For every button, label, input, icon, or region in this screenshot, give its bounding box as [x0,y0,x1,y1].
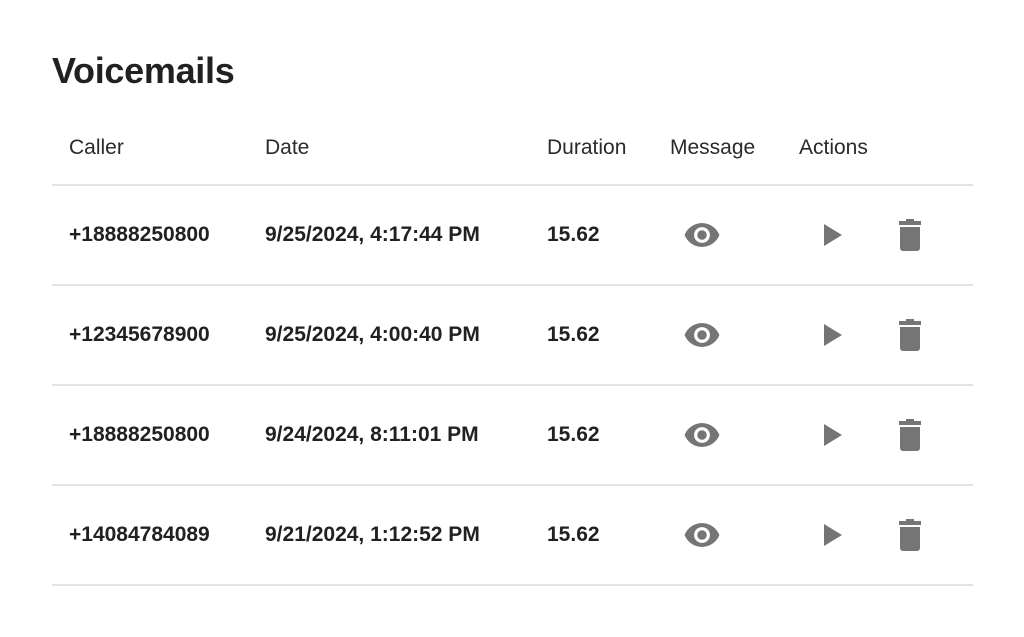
table-row: +12345678900 9/25/2024, 4:00:40 PM 15.62 [52,286,973,386]
caller-cell: +14084784089 [69,523,210,546]
caller-cell: +18888250800 [69,223,210,246]
trash-icon [898,219,922,251]
duration-cell: 15.62 [547,423,600,446]
eye-icon [683,322,721,348]
page-title: Voicemails [52,50,235,91]
table-row: +18888250800 9/24/2024, 8:11:01 PM 15.62 [52,386,973,486]
column-header-duration: Duration [547,136,627,159]
play-icon [823,223,843,247]
table-row: +14084784089 9/21/2024, 1:12:52 PM 15.62 [52,486,973,586]
date-cell: 9/21/2024, 1:12:52 PM [265,523,480,546]
duration-cell: 15.62 [547,323,600,346]
duration-cell: 15.62 [547,223,600,246]
play-button[interactable] [818,220,848,250]
view-message-button[interactable] [682,220,722,250]
caller-cell: +12345678900 [69,323,210,346]
column-header-actions: Actions [799,136,868,159]
play-icon [823,523,843,547]
eye-icon [683,222,721,248]
table-row: +18888250800 9/25/2024, 4:17:44 PM 15.62 [52,186,973,286]
eye-icon [683,422,721,448]
play-button[interactable] [818,520,848,550]
trash-icon [898,519,922,551]
column-header-caller: Caller [69,136,124,159]
date-cell: 9/25/2024, 4:17:44 PM [265,223,480,246]
view-message-button[interactable] [682,520,722,550]
date-cell: 9/24/2024, 8:11:01 PM [265,423,479,446]
duration-cell: 15.62 [547,523,600,546]
play-icon [823,323,843,347]
eye-icon [683,522,721,548]
table-header: Caller Date Duration Message Actions [52,112,973,186]
delete-button[interactable] [895,318,925,352]
caller-cell: +18888250800 [69,423,210,446]
column-header-message: Message [670,136,756,159]
play-button[interactable] [818,320,848,350]
delete-button[interactable] [895,518,925,552]
play-icon [823,423,843,447]
voicemails-page: Voicemails Caller Date Duration Message … [0,0,1024,637]
delete-button[interactable] [895,218,925,252]
play-button[interactable] [818,420,848,450]
date-cell: 9/25/2024, 4:00:40 PM [265,323,480,346]
trash-icon [898,419,922,451]
column-header-date: Date [265,136,310,159]
view-message-button[interactable] [682,420,722,450]
voicemails-table: Caller Date Duration Message Actions +18… [52,112,973,586]
view-message-button[interactable] [682,320,722,350]
trash-icon [898,319,922,351]
delete-button[interactable] [895,418,925,452]
